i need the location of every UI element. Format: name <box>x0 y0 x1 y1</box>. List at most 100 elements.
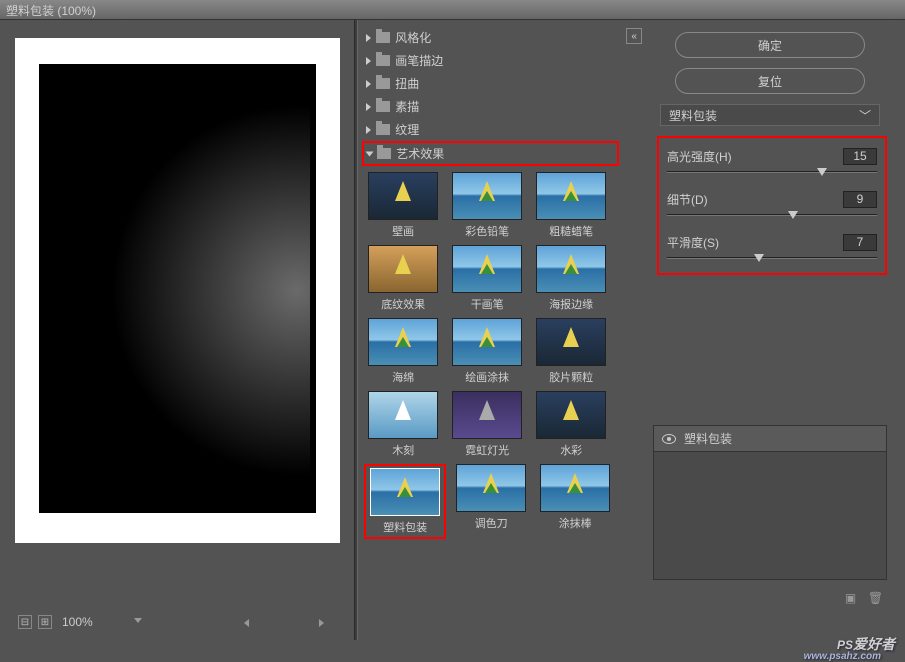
chevron-right-icon <box>366 103 371 111</box>
zoom-dropdown-icon[interactable] <box>134 618 142 627</box>
filter-thumb-neon-glow[interactable]: 霓虹灯光 <box>448 391 526 458</box>
effect-layers: 塑料包装 <box>653 425 887 580</box>
category-sketch[interactable]: 素描 <box>362 95 619 118</box>
filter-thumb-rough-pastels[interactable]: 粗糙蜡笔 <box>532 172 610 239</box>
visibility-icon[interactable] <box>662 434 676 444</box>
filter-thumb-smudge-stick[interactable]: 涂抹棒 <box>536 464 614 539</box>
filter-thumb-colored-pencil[interactable]: 彩色铅笔 <box>448 172 526 239</box>
slider-detail: 细节(D) 9 <box>667 191 877 216</box>
chevron-right-icon <box>366 57 371 65</box>
filter-thumb-paint-daubs[interactable]: 绘画涂抹 <box>448 318 526 385</box>
category-label: 艺术效果 <box>396 145 444 162</box>
new-layer-icon[interactable]: ▣ <box>843 590 858 605</box>
slider-thumb[interactable] <box>817 168 827 176</box>
slider-group: 高光强度(H) 15 细节(D) 9 平滑度(S) 7 <box>657 136 887 275</box>
reset-label: 复位 <box>758 73 782 90</box>
trash-icon[interactable]: 🗑 <box>868 590 883 605</box>
ok-button[interactable]: 确定 <box>675 32 865 58</box>
chevron-right-icon <box>366 80 371 88</box>
category-texture[interactable]: 纹理 <box>362 118 619 141</box>
folder-icon <box>376 78 390 89</box>
thumb-label: 彩色铅笔 <box>448 223 526 239</box>
thumb-label: 调色刀 <box>452 515 530 531</box>
category-artistic[interactable]: 艺术效果 <box>362 141 619 166</box>
filter-thumb-cutout[interactable]: 木刻 <box>364 391 442 458</box>
horizontal-scroll[interactable] <box>244 616 324 630</box>
filter-thumb-watercolor[interactable]: 水彩 <box>532 391 610 458</box>
thumb-preview <box>368 318 438 366</box>
folder-icon <box>376 32 390 43</box>
category-distort[interactable]: 扭曲 <box>362 72 619 95</box>
filter-thumb-fresco[interactable]: 壁画 <box>364 172 442 239</box>
reset-button[interactable]: 复位 <box>675 68 865 94</box>
category-label: 画笔描边 <box>395 52 443 69</box>
slider-label: 细节(D) <box>667 191 708 208</box>
slider-track[interactable] <box>667 257 877 259</box>
preview-panel: ⊟ ⊞ 100% <box>0 20 354 640</box>
preview-image <box>15 38 340 543</box>
thumb-preview <box>456 464 526 512</box>
zoom-in-button[interactable]: ⊞ <box>38 615 52 629</box>
preview-content <box>27 50 328 531</box>
watermark-logo: PS <box>837 638 853 652</box>
filter-thumb-plastic-wrap[interactable]: 塑料包装 <box>364 464 446 539</box>
thumb-label: 木刻 <box>364 442 442 458</box>
thumb-label: 海绵 <box>364 369 442 385</box>
thumb-preview <box>536 318 606 366</box>
filter-thumb-poster-edges[interactable]: 海报边缘 <box>532 245 610 312</box>
folder-icon <box>377 148 391 159</box>
thumb-preview <box>536 391 606 439</box>
filter-thumb-sponge[interactable]: 海绵 <box>364 318 442 385</box>
slider-track[interactable] <box>667 214 877 216</box>
folder-icon <box>376 124 390 135</box>
thumb-preview <box>368 391 438 439</box>
filter-thumb-palette-knife[interactable]: 调色刀 <box>452 464 530 539</box>
chevron-down-icon <box>366 151 374 156</box>
filter-thumb-dry-brush[interactable]: 干画笔 <box>448 245 526 312</box>
thumb-preview <box>370 468 440 516</box>
filter-select[interactable]: 塑料包装 ﹀ <box>660 104 880 126</box>
collapse-button[interactable]: « <box>626 28 642 44</box>
folder-icon <box>376 101 390 112</box>
slider-value-input[interactable]: 9 <box>843 191 877 208</box>
zoom-out-button[interactable]: ⊟ <box>18 615 32 629</box>
folder-icon <box>376 55 390 66</box>
thumb-label: 底纹效果 <box>364 296 442 312</box>
scroll-right-icon[interactable] <box>319 619 324 627</box>
category-label: 纹理 <box>395 121 419 138</box>
category-stylize[interactable]: 风格化 <box>362 26 619 49</box>
thumbnail-grid: 壁画 彩色铅笔 粗糙蜡笔 底纹效果 干画笔 海报边缘 海绵 绘画涂抹 胶片颗粒 … <box>362 166 619 545</box>
layer-row[interactable]: 塑料包装 <box>654 426 886 452</box>
filter-thumb-film-grain[interactable]: 胶片颗粒 <box>532 318 610 385</box>
slider-thumb[interactable] <box>788 211 798 219</box>
slider-label: 高光强度(H) <box>667 148 732 165</box>
filter-select-value: 塑料包装 <box>669 107 717 124</box>
slider-thumb[interactable] <box>754 254 764 262</box>
thumb-label: 绘画涂抹 <box>448 369 526 385</box>
thumb-label: 海报边缘 <box>532 296 610 312</box>
title-bar: 塑料包装 (100%) <box>0 0 905 20</box>
collapse-column: « <box>623 20 645 640</box>
main-area: ⊟ ⊞ 100% 风格化 画笔描边 扭曲 素描 纹理 艺术效果 壁画 彩色铅笔 … <box>0 20 905 640</box>
chevron-down-icon: ﹀ <box>859 107 871 124</box>
watermark-cn: 爱好者 <box>853 636 895 652</box>
slider-value-input[interactable]: 15 <box>843 148 877 165</box>
slider-value-input[interactable]: 7 <box>843 234 877 251</box>
thumb-preview <box>452 391 522 439</box>
window-title: 塑料包装 (100%) <box>6 4 96 18</box>
slider-track[interactable] <box>667 171 877 173</box>
thumb-label: 粗糙蜡笔 <box>532 223 610 239</box>
thumb-preview <box>368 245 438 293</box>
zoom-value[interactable]: 100% <box>58 614 128 630</box>
slider-smoothness: 平滑度(S) 7 <box>667 234 877 259</box>
scroll-left-icon[interactable] <box>244 619 249 627</box>
category-brush-strokes[interactable]: 画笔描边 <box>362 49 619 72</box>
layers-footer: ▣ 🗑 <box>843 590 883 605</box>
slider-label: 平滑度(S) <box>667 234 719 251</box>
chevron-right-icon <box>366 126 371 134</box>
watermark: PS爱好者 www.psahz.com <box>837 633 895 654</box>
filter-thumb-underpainting[interactable]: 底纹效果 <box>364 245 442 312</box>
thumb-label: 水彩 <box>532 442 610 458</box>
thumb-label: 壁画 <box>364 223 442 239</box>
thumb-label: 涂抹棒 <box>536 515 614 531</box>
